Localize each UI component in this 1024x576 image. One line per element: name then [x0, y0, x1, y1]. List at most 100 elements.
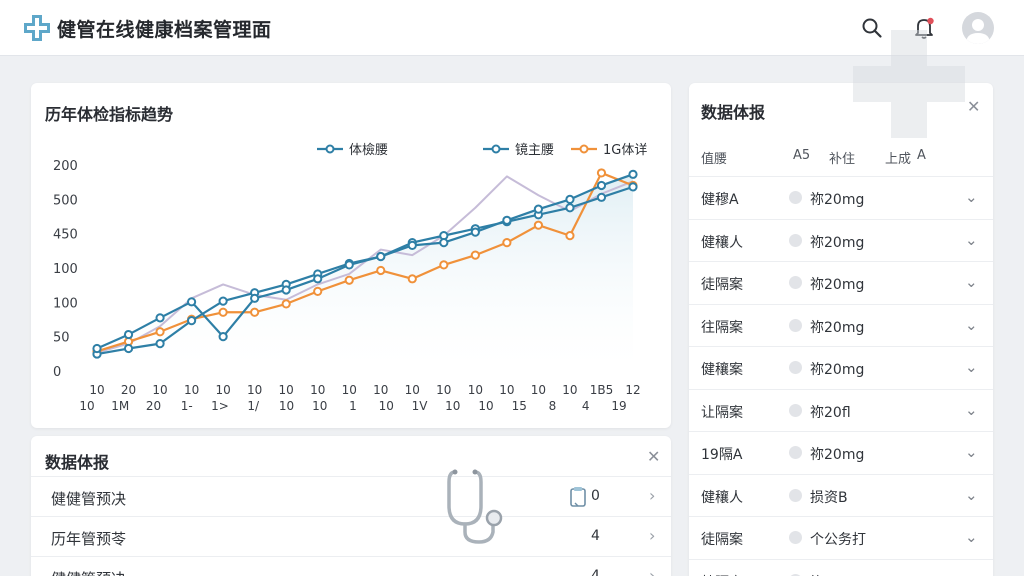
chevron-down-icon[interactable]: ⌄ [965, 486, 978, 504]
right-report-title: 数据体报 [701, 103, 766, 122]
table-row[interactable]: 19隔A 祢20mg ⌄ [689, 431, 993, 473]
search-button[interactable] [856, 12, 888, 44]
user-icon [966, 19, 990, 44]
data-point [250, 307, 260, 317]
x-tick-label: 10 [405, 383, 420, 397]
chevron-down-icon[interactable]: ⌄ [965, 231, 978, 249]
x-tick-label: 10 [373, 383, 388, 397]
chevron-down-icon[interactable]: ⌄ [965, 273, 978, 291]
y-tick-label: 200 [53, 159, 78, 174]
table-row[interactable]: 特隔案 祢20S ⌄ [689, 558, 993, 576]
x-tick-label: 19 [611, 399, 626, 413]
data-point [565, 203, 575, 213]
data-point [376, 265, 386, 276]
row-name: 健穰人 [701, 234, 743, 251]
data-point [218, 296, 228, 306]
legend-label: 镜主腰 [515, 143, 554, 158]
data-point [502, 238, 512, 248]
table-row[interactable]: 让隔案 祢20fl ⌄ [689, 388, 993, 431]
x-tick-label: 15 [512, 399, 527, 413]
column-header: A5 [793, 148, 811, 163]
table-row[interactable]: 徒隔案 祢20mg ⌄ [689, 261, 993, 303]
legend-marker [579, 144, 589, 154]
row-dose: 祢20mg [810, 192, 865, 208]
close-icon[interactable]: ✕ [647, 447, 660, 466]
data-point [313, 286, 323, 296]
x-tick-label: 10 [215, 383, 230, 397]
left-report-title: 数据体报 [45, 453, 110, 472]
chevron-down-icon[interactable]: ⌄ [965, 571, 978, 576]
close-icon[interactable]: ✕ [967, 97, 980, 116]
x-tick-label: 10 [310, 383, 325, 397]
medical-cross-logo-icon [24, 15, 50, 41]
x-tick-label: 10 [499, 383, 514, 397]
table-row[interactable]: 往隔案 祢20mg ⌄ [689, 303, 993, 346]
data-point [186, 297, 197, 307]
data-point [470, 250, 480, 260]
x-tick-label: 10 [468, 383, 483, 397]
x-tick-label: 1V [412, 399, 429, 413]
data-point [439, 238, 449, 248]
chevron-down-icon[interactable]: ⌄ [965, 528, 978, 546]
user-avatar[interactable] [962, 12, 994, 44]
data-point [313, 274, 323, 284]
data-point [344, 260, 354, 270]
row-name: 特隔案 [701, 572, 743, 576]
data-point [407, 240, 417, 250]
search-icon [862, 18, 882, 38]
data-point [281, 285, 291, 295]
row-dose: 祢20fl [810, 404, 851, 421]
data-point [123, 329, 134, 340]
list-item[interactable]: 健健管预决 4 › [31, 556, 671, 576]
x-tick-label: 10 [279, 383, 294, 397]
y-tick-label: 100 [53, 296, 78, 311]
table-row[interactable]: 健穰人 祢20mg ⌄ [689, 218, 993, 261]
data-point [470, 227, 480, 237]
x-tick-label: 10 [279, 399, 294, 413]
data-point [533, 220, 544, 230]
row-name: 徒隔案 [701, 532, 743, 548]
y-tick-label: 450 [53, 228, 78, 243]
left-data-report-card: 数据体报 ✕ 健健管预决 0 › 历年管预苓 4 › 健健管预决 4 › [31, 436, 671, 576]
data-point [439, 260, 449, 270]
chevron-right-icon: › [649, 486, 656, 505]
data-point [533, 204, 544, 214]
x-tick-label: 10 [379, 399, 394, 413]
row-dose: 损资B [810, 489, 848, 506]
chevron-down-icon[interactable]: ⌄ [965, 316, 978, 334]
x-tick-label: 10 [312, 399, 327, 413]
data-point [218, 332, 228, 342]
data-point [155, 327, 165, 337]
chevron-down-icon[interactable]: ⌄ [965, 401, 978, 419]
data-point [565, 231, 575, 241]
x-tick-label: 10 [436, 383, 451, 397]
row-name: 徒隔案 [701, 277, 743, 293]
y-tick-label: 100 [53, 262, 78, 277]
legend-label: 体檢腰 [349, 142, 388, 158]
notification-button[interactable] [908, 12, 940, 44]
chevron-down-icon[interactable]: ⌄ [965, 188, 978, 206]
app-title: 健管在线健康档案管理面 [57, 19, 272, 41]
list-item[interactable]: 历年管预苓 4 › [31, 516, 671, 556]
x-tick-label: 10 [531, 383, 546, 397]
chevron-down-icon[interactable]: ⌄ [965, 443, 978, 461]
bell-icon [915, 17, 934, 39]
table-row[interactable]: 徒隔案 个公务打 ⌄ [689, 516, 993, 558]
top-bar: 健管在线健康档案管理面 [0, 0, 1024, 56]
list-item[interactable]: 健健管预决 0 › [31, 476, 671, 516]
x-tick-label: 1 [349, 399, 357, 413]
y-tick-label: 50 [53, 331, 70, 346]
table-row[interactable]: 健穰案 祢20mg ⌄ [689, 346, 993, 388]
x-tick-label: 10 [247, 383, 262, 397]
chevron-down-icon[interactable]: ⌄ [965, 358, 978, 376]
y-tick-label: 500 [53, 193, 78, 208]
data-point [502, 215, 512, 225]
data-point [596, 168, 607, 178]
x-tick-label: 10 [79, 399, 94, 413]
data-point [155, 339, 165, 349]
column-header: 值腰 [701, 152, 728, 167]
table-row[interactable]: 健穆A 祢20mg ⌄ [689, 176, 993, 218]
legend-marker [325, 144, 335, 154]
table-row[interactable]: 健穰人 损资B ⌄ [689, 473, 993, 516]
x-tick-label: 10 [89, 383, 104, 397]
